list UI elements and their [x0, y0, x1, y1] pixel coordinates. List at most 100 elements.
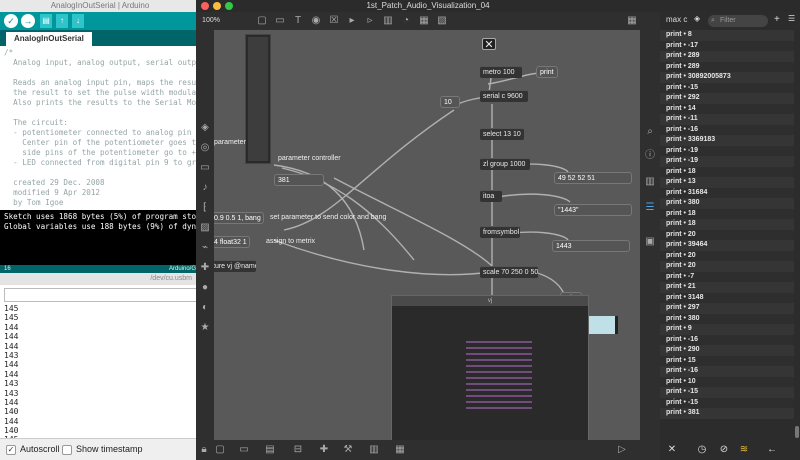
- console-row[interactable]: print • 289: [660, 51, 794, 62]
- panel-icon[interactable]: ▦: [418, 15, 430, 27]
- number-box-10[interactable]: 10: [440, 96, 460, 108]
- serial-send-input[interactable]: [4, 288, 200, 302]
- back-arrow-icon[interactable]: ←: [766, 444, 778, 456]
- console-row[interactable]: print • 20: [660, 261, 794, 272]
- console-row[interactable]: print • -16: [660, 124, 794, 135]
- texture-object[interactable]: ture vj @name: [214, 260, 256, 272]
- patch-icon[interactable]: ⊟: [292, 444, 304, 456]
- zoom-level[interactable]: 100%: [198, 15, 224, 27]
- tab-analoginoutserial[interactable]: AnalogInOutSerial: [6, 32, 92, 46]
- search-icon[interactable]: ⌕: [644, 126, 656, 138]
- info-icon[interactable]: ⓘ: [644, 150, 656, 162]
- float-icon[interactable]: ▹: [364, 15, 376, 27]
- number-icon[interactable]: ▸: [346, 15, 358, 27]
- grid-icon[interactable]: ▦: [626, 15, 638, 27]
- button-icon[interactable]: ◉: [310, 15, 322, 27]
- open-sketch-button[interactable]: ↑: [56, 14, 68, 28]
- grid-bottom-icon[interactable]: ▦: [394, 444, 406, 456]
- console-row[interactable]: print • 20: [660, 250, 794, 261]
- console-row[interactable]: print • 380: [660, 198, 794, 209]
- upload-button[interactable]: →: [21, 14, 35, 28]
- clock-icon[interactable]: ◷: [696, 444, 708, 456]
- piano-icon[interactable]: ▥: [368, 444, 380, 456]
- console-row[interactable]: print • 380: [660, 313, 794, 324]
- console-row[interactable]: print • 18: [660, 219, 794, 230]
- attach-icon[interactable]: ⌁: [199, 242, 211, 254]
- console-row[interactable]: print • 20: [660, 229, 794, 240]
- console-filter-input[interactable]: ⌕ Filter: [708, 15, 768, 27]
- itoa-object[interactable]: itoa: [480, 190, 502, 202]
- console-row[interactable]: print • -15: [660, 397, 794, 408]
- comment-bubble-icon[interactable]: ▭: [238, 444, 250, 456]
- number-box-1443[interactable]: 1443: [552, 240, 630, 252]
- message-icon[interactable]: ▭: [274, 15, 286, 27]
- console-row[interactable]: print • -7: [660, 271, 794, 282]
- new-sketch-button[interactable]: ▤: [40, 14, 52, 28]
- console-row[interactable]: print • 15: [660, 355, 794, 366]
- minimize-window-button[interactable]: [213, 2, 221, 10]
- scroll-thumb[interactable]: [795, 426, 799, 438]
- console-row[interactable]: print • 13: [660, 177, 794, 188]
- console-row[interactable]: print • -17: [660, 40, 794, 51]
- console-row[interactable]: print • 289: [660, 61, 794, 72]
- console-row[interactable]: print • 290: [660, 345, 794, 356]
- console-row[interactable]: print • -19: [660, 145, 794, 156]
- play-icon[interactable]: ▷: [616, 444, 628, 456]
- console-row[interactable]: print • 18: [660, 166, 794, 177]
- console-message-list[interactable]: print • 8 print • -17 print • 289 print • 2…: [660, 30, 794, 440]
- options-icon[interactable]: ◈: [694, 14, 700, 23]
- clear-icon[interactable]: ✕: [666, 444, 678, 456]
- console-row[interactable]: print • 381: [660, 408, 794, 419]
- plugin-icon[interactable]: ✚: [199, 262, 211, 274]
- console-row[interactable]: print • -15: [660, 82, 794, 93]
- console-row[interactable]: print • -19: [660, 156, 794, 167]
- toggle-icon[interactable]: ☒: [328, 15, 340, 27]
- console-scrollbar[interactable]: [794, 30, 800, 440]
- bracket-icon[interactable]: ⁅: [199, 202, 211, 214]
- select-object[interactable]: select 13 10: [480, 128, 524, 140]
- music-icon[interactable]: ♪: [199, 182, 211, 194]
- save-sketch-button[interactable]: ↓: [72, 14, 84, 28]
- zl-group-object[interactable]: zl group 1000: [480, 158, 530, 170]
- float32-message[interactable]: 4 float32 1: [214, 236, 250, 248]
- new-object-icon[interactable]: ▢: [256, 15, 268, 27]
- metro-object[interactable]: metro 100: [480, 66, 522, 78]
- console-row[interactable]: print • 30892005873: [660, 72, 794, 83]
- code-editor[interactable]: /* Analog input, analog output, serial o…: [0, 46, 200, 210]
- lock-icon[interactable]: 🔒︎: [198, 444, 210, 456]
- columns-icon[interactable]: ▥: [644, 176, 656, 188]
- vj-render-window[interactable]: vj: [391, 295, 589, 440]
- preset-icon[interactable]: ▧: [436, 15, 448, 27]
- image-icon[interactable]: ▨: [199, 222, 211, 234]
- console-row[interactable]: print • 18: [660, 208, 794, 219]
- add-icon[interactable]: +: [774, 14, 780, 25]
- fromsymbol-object[interactable]: fromsymbol: [480, 226, 520, 238]
- cube-icon[interactable]: ◈: [199, 122, 211, 134]
- zoom-window-button[interactable]: [225, 2, 233, 10]
- list-icon[interactable]: ☰: [644, 202, 656, 214]
- info-icon[interactable]: ◐: [199, 302, 211, 314]
- error-icon[interactable]: ⊘: [718, 444, 730, 456]
- star-icon[interactable]: ★: [199, 322, 211, 334]
- comment-icon[interactable]: T: [292, 15, 304, 27]
- print-object[interactable]: print: [536, 66, 558, 78]
- bang-message[interactable]: 0.9 0.5 1, bang: [214, 212, 264, 224]
- wrench-icon[interactable]: ⚒: [342, 444, 354, 456]
- console-row[interactable]: print • 39464: [660, 240, 794, 251]
- console-row[interactable]: print • 9: [660, 324, 794, 335]
- camera-icon[interactable]: ▣: [644, 236, 656, 248]
- console-row[interactable]: print • 14: [660, 103, 794, 114]
- console-row[interactable]: print • 10: [660, 376, 794, 387]
- vertical-slider[interactable]: [245, 34, 271, 164]
- verify-button[interactable]: ✓: [4, 14, 18, 28]
- console-row[interactable]: print • -16: [660, 334, 794, 345]
- console-row[interactable]: print • 21: [660, 282, 794, 293]
- slider-icon[interactable]: ▥: [382, 15, 394, 27]
- console-row[interactable]: print • 297: [660, 303, 794, 314]
- console-row[interactable]: print • -16: [660, 366, 794, 377]
- folder-icon[interactable]: ▭: [199, 162, 211, 174]
- plus-icon[interactable]: ✚: [318, 444, 330, 456]
- close-toggle[interactable]: ✕: [482, 38, 496, 50]
- console-row[interactable]: print • 31684: [660, 187, 794, 198]
- circle-icon[interactable]: ●: [199, 282, 211, 294]
